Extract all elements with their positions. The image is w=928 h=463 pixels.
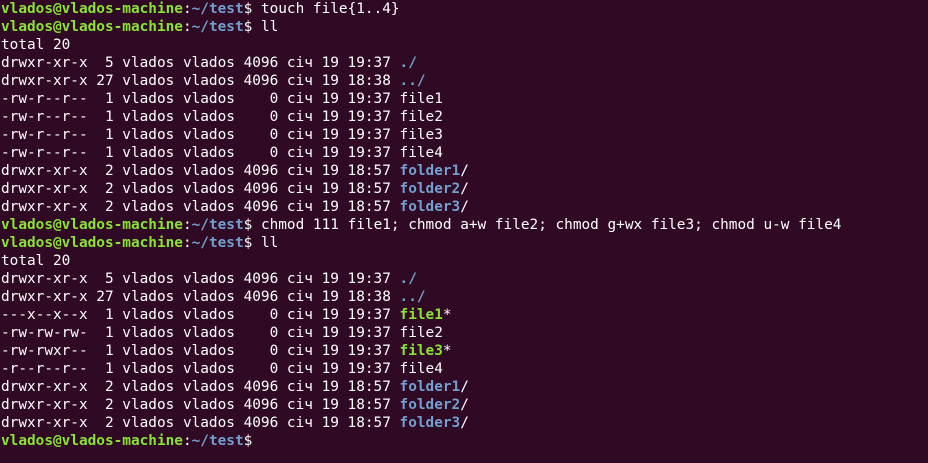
entry-meta: -rw-r--r-- 1 vlados vlados 0 січ 19 19:3…: [1, 109, 400, 125]
listing-row: drwxr-xr-x 2 vlados vlados 4096 січ 19 1…: [1, 396, 928, 414]
file-name: file3: [399, 127, 443, 143]
listing-row: -rw-rwxr-- 1 vlados vlados 0 січ 19 19:3…: [1, 342, 928, 360]
entry-meta: drwxr-xr-x 5 vlados vlados 4096 січ 19 1…: [1, 271, 400, 287]
entry-meta: drwxr-xr-x 2 vlados vlados 4096 січ 19 1…: [1, 199, 400, 215]
listing-row: -r--r--r-- 1 vlados vlados 0 січ 19 19:3…: [1, 360, 928, 378]
prompt-path: ~/test: [191, 433, 244, 449]
prompt-user-host: vlados@vlados-machine: [1, 1, 183, 17]
listing-row: drwxr-xr-x 2 vlados vlados 4096 січ 19 1…: [1, 414, 928, 432]
listing-row: drwxr-xr-x 2 vlados vlados 4096 січ 19 1…: [1, 198, 928, 216]
entry-meta: ---x--x--x 1 vlados vlados 0 січ 19 19:3…: [1, 307, 400, 323]
entry-meta: -rw-rw-rw- 1 vlados vlados 0 січ 19 19:3…: [1, 325, 400, 341]
listing-row: drwxr-xr-x 27 vlados vlados 4096 січ 19 …: [1, 72, 928, 90]
executable-name: file1: [399, 307, 443, 323]
prompt-line: vlados@vlados-machine:~/test$ ll: [1, 18, 928, 36]
directory-name: folder2: [399, 181, 461, 197]
terminal-window[interactable]: vlados@vlados-machine:~/test$ touch file…: [0, 0, 928, 463]
command-text: ll: [252, 235, 279, 251]
entry-suffix: /: [460, 163, 469, 179]
entry-meta: drwxr-xr-x 2 vlados vlados 4096 січ 19 1…: [1, 397, 400, 413]
entry-meta: drwxr-xr-x 27 vlados vlados 4096 січ 19 …: [1, 73, 400, 89]
listing-row: drwxr-xr-x 27 vlados vlados 4096 січ 19 …: [1, 288, 928, 306]
listing-row: drwxr-xr-x 2 vlados vlados 4096 січ 19 1…: [1, 180, 928, 198]
directory-name: ../: [399, 289, 426, 305]
prompt-symbol: $: [243, 433, 253, 449]
directory-name: folder1: [399, 163, 461, 179]
prompt-colon: :: [182, 433, 192, 449]
listing-row: drwxr-xr-x 5 vlados vlados 4096 січ 19 1…: [1, 270, 928, 288]
output-text: total 20: [1, 253, 71, 269]
file-name: file4: [399, 361, 443, 377]
entry-meta: -rw-r--r-- 1 vlados vlados 0 січ 19 19:3…: [1, 145, 400, 161]
entry-suffix: *: [442, 343, 452, 359]
output-text: total 20: [1, 37, 71, 53]
entry-meta: drwxr-xr-x 2 vlados vlados 4096 січ 19 1…: [1, 181, 400, 197]
file-name: file1: [399, 91, 443, 107]
prompt-path: ~/test: [191, 235, 244, 251]
entry-suffix: /: [460, 199, 469, 215]
executable-name: file3: [399, 343, 443, 359]
entry-meta: -rw-rwxr-- 1 vlados vlados 0 січ 19 19:3…: [1, 343, 400, 359]
listing-row: ---x--x--x 1 vlados vlados 0 січ 19 19:3…: [1, 306, 928, 324]
entry-meta: -rw-r--r-- 1 vlados vlados 0 січ 19 19:3…: [1, 127, 400, 143]
listing-row: -rw-rw-rw- 1 vlados vlados 0 січ 19 19:3…: [1, 324, 928, 342]
directory-name: folder2: [399, 397, 461, 413]
prompt-path: ~/test: [191, 1, 244, 17]
output-line: total 20: [1, 252, 928, 270]
prompt-colon: :: [182, 217, 192, 233]
directory-name: folder3: [399, 199, 461, 215]
entry-suffix: /: [460, 379, 469, 395]
prompt-user-host: vlados@vlados-machine: [1, 19, 183, 35]
prompt-symbol: $: [243, 19, 253, 35]
command-text: chmod 111 file1; chmod a+w file2; chmod …: [252, 217, 842, 233]
directory-name: ./: [399, 271, 417, 287]
file-name: file2: [399, 109, 443, 125]
listing-row: drwxr-xr-x 2 vlados vlados 4096 січ 19 1…: [1, 378, 928, 396]
prompt-line: vlados@vlados-machine:~/test$ touch file…: [1, 0, 928, 18]
directory-name: folder3: [399, 415, 461, 431]
entry-meta: drwxr-xr-x 5 vlados vlados 4096 січ 19 1…: [1, 55, 400, 71]
entry-meta: drwxr-xr-x 2 vlados vlados 4096 січ 19 1…: [1, 163, 400, 179]
listing-row: drwxr-xr-x 5 vlados vlados 4096 січ 19 1…: [1, 54, 928, 72]
listing-row: -rw-r--r-- 1 vlados vlados 0 січ 19 19:3…: [1, 126, 928, 144]
entry-suffix: *: [442, 307, 452, 323]
command-text: ll: [252, 19, 279, 35]
prompt-colon: :: [182, 19, 192, 35]
file-name: file4: [399, 145, 443, 161]
file-name: file2: [399, 325, 443, 341]
entry-meta: -rw-r--r-- 1 vlados vlados 0 січ 19 19:3…: [1, 91, 400, 107]
prompt-user-host: vlados@vlados-machine: [1, 217, 183, 233]
prompt-symbol: $: [243, 1, 253, 17]
listing-row: -rw-r--r-- 1 vlados vlados 0 січ 19 19:3…: [1, 144, 928, 162]
prompt-symbol: $: [243, 235, 253, 251]
prompt-line: vlados@vlados-machine:~/test$ chmod 111 …: [1, 216, 928, 234]
entry-meta: drwxr-xr-x 27 vlados vlados 4096 січ 19 …: [1, 289, 400, 305]
directory-name: ../: [399, 73, 426, 89]
prompt-line: vlados@vlados-machine:~/test$: [1, 432, 928, 450]
entry-meta: drwxr-xr-x 2 vlados vlados 4096 січ 19 1…: [1, 379, 400, 395]
prompt-line: vlados@vlados-machine:~/test$ ll: [1, 234, 928, 252]
output-line: total 20: [1, 36, 928, 54]
entry-suffix: /: [460, 415, 469, 431]
directory-name: folder1: [399, 379, 461, 395]
entry-suffix: /: [460, 397, 469, 413]
prompt-colon: :: [182, 235, 192, 251]
prompt-path: ~/test: [191, 19, 244, 35]
prompt-colon: :: [182, 1, 192, 17]
listing-row: -rw-r--r-- 1 vlados vlados 0 січ 19 19:3…: [1, 108, 928, 126]
entry-suffix: /: [460, 181, 469, 197]
prompt-symbol: $: [243, 217, 253, 233]
entry-meta: drwxr-xr-x 2 vlados vlados 4096 січ 19 1…: [1, 415, 400, 431]
directory-name: ./: [399, 55, 417, 71]
prompt-user-host: vlados@vlados-machine: [1, 433, 183, 449]
prompt-user-host: vlados@vlados-machine: [1, 235, 183, 251]
listing-row: drwxr-xr-x 2 vlados vlados 4096 січ 19 1…: [1, 162, 928, 180]
entry-meta: -r--r--r-- 1 vlados vlados 0 січ 19 19:3…: [1, 361, 400, 377]
listing-row: -rw-r--r-- 1 vlados vlados 0 січ 19 19:3…: [1, 90, 928, 108]
command-text: touch file{1..4}: [252, 1, 400, 17]
prompt-path: ~/test: [191, 217, 244, 233]
